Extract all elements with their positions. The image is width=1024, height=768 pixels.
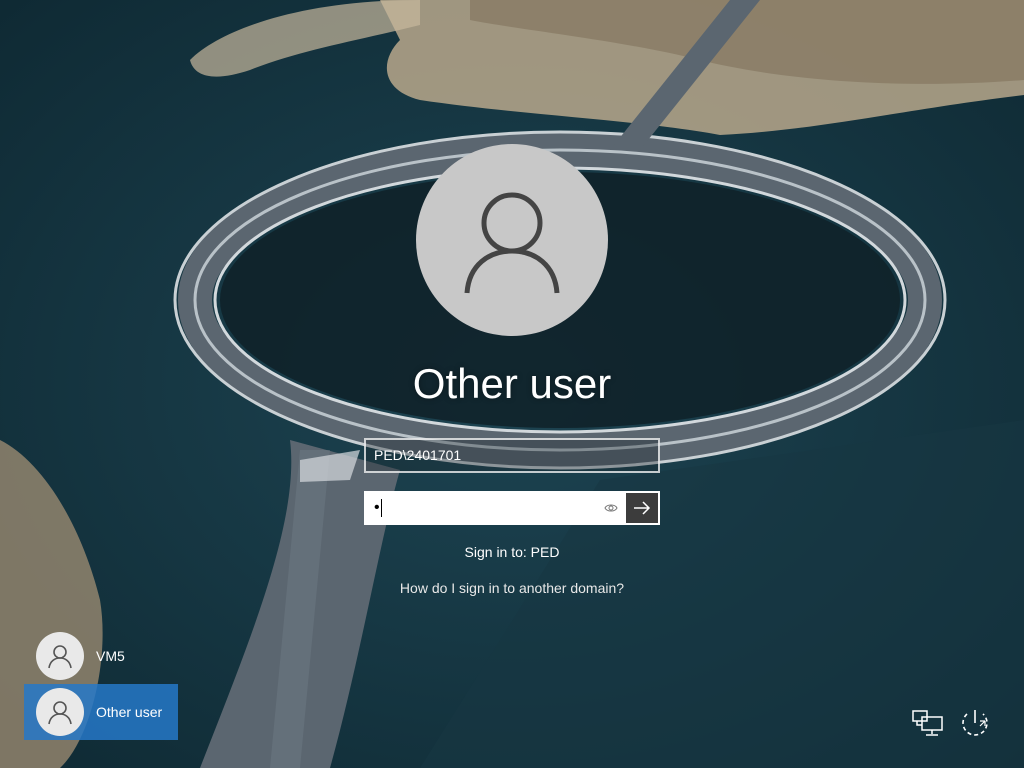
password-input[interactable]: • [366,493,626,523]
user-tile-label: Other user [96,704,163,720]
network-icon[interactable] [912,709,944,737]
user-tile-vm5[interactable]: VM5 [24,628,178,684]
password-mask: • [374,499,380,516]
person-icon [48,645,72,669]
person-icon [48,701,72,725]
sign-in-domain-text: Sign in to: PED [464,544,560,560]
password-field-row: • [364,491,660,525]
arrow-right-icon [634,501,651,515]
power-icon[interactable] [958,706,992,740]
user-tile-label: VM5 [96,648,125,664]
text-caret [380,498,382,517]
user-tile-avatar [36,688,84,736]
user-avatar [416,144,608,336]
username-field[interactable]: PED\2401701 [364,438,660,473]
other-domain-link[interactable]: How do I sign in to another domain? [312,580,712,596]
user-tile-avatar [36,632,84,680]
submit-button[interactable] [626,493,658,523]
user-display-name: Other user [412,360,612,407]
user-tile-other-user[interactable]: Other user [24,684,178,740]
lock-screen: Other user PED\2401701 • Sign in to: PED… [0,0,1024,768]
eye-icon[interactable] [604,501,618,515]
person-icon [464,192,560,294]
